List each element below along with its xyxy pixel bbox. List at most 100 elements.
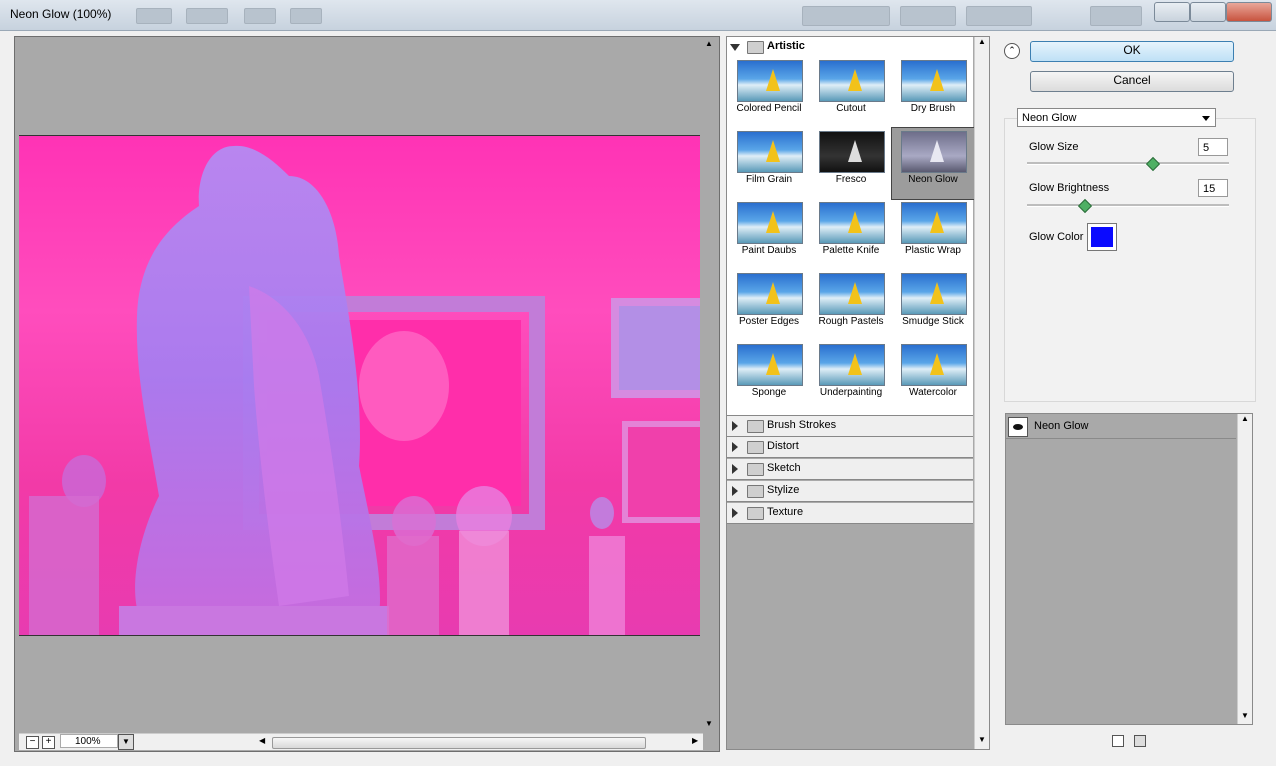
window-controls (1154, 2, 1272, 22)
category-label: Texture (767, 506, 804, 518)
scroll-left-icon[interactable]: ◀ (259, 736, 265, 745)
folder-icon (747, 420, 764, 433)
glow-size-slider-track[interactable] (1027, 162, 1229, 165)
category-brush-strokes[interactable]: Brush Strokes (727, 415, 973, 437)
category-distort[interactable]: Distort (727, 437, 973, 458)
title-bar: Neon Glow (100%) (0, 0, 1276, 31)
filter-preview-image (737, 131, 803, 173)
scroll-down-icon[interactable]: ▼ (1241, 711, 1249, 720)
maximize-button[interactable] (1190, 2, 1226, 22)
folder-icon (747, 507, 764, 520)
effect-layers-panel: Neon Glow ▲ ▼ (1005, 413, 1253, 725)
filter-thumb-film-grain[interactable]: Film Grain (728, 128, 810, 199)
category-label: Sketch (767, 462, 801, 474)
zoom-out-button[interactable]: − (26, 736, 39, 749)
filter-thumb-watercolor[interactable]: Watercolor (892, 341, 974, 412)
scroll-down-icon[interactable]: ▼ (705, 719, 713, 728)
effect-layer-label: Neon Glow (1034, 420, 1089, 432)
filter-label: Cutout (836, 103, 866, 114)
collapsed-triangle-icon (732, 486, 738, 496)
preview-panel: ▲ ▼ − + 100% ▼ ◀ ▶ (14, 36, 720, 752)
filter-label: Dry Brush (910, 103, 956, 114)
filter-thumb-dry-brush[interactable]: Dry Brush (892, 57, 974, 128)
effect-layer-neon-glow[interactable]: Neon Glow (1006, 414, 1236, 439)
new-effect-layer-icon[interactable] (1112, 735, 1124, 747)
filter-preview-image (819, 131, 885, 173)
filter-thumb-colored-pencil[interactable]: Colored Pencil (728, 57, 810, 128)
filter-preview-image (737, 273, 803, 315)
filter-preview-image (737, 344, 803, 386)
collapsed-triangle-icon (732, 442, 738, 452)
trash-icon[interactable] (1134, 735, 1146, 747)
background-search (1090, 6, 1142, 26)
minimize-button[interactable] (1154, 2, 1190, 22)
filter-thumb-neon-glow[interactable]: Neon Glow (891, 127, 975, 200)
filter-label: Rough Pastels (818, 316, 884, 327)
filter-thumb-smudge-stick[interactable]: Smudge Stick (892, 270, 974, 341)
filter-thumb-rough-pastels[interactable]: Rough Pastels (810, 270, 892, 341)
category-label: Distort (767, 440, 799, 452)
glow-brightness-field[interactable]: 15 (1198, 179, 1228, 197)
preview-bottom-bar: − + 100% ▼ ◀ ▶ (19, 733, 703, 750)
ok-button[interactable]: OK (1030, 41, 1234, 62)
glow-size-label: Glow Size (1029, 141, 1079, 153)
filter-thumb-cutout[interactable]: Cutout (810, 57, 892, 128)
filter-select-value: Neon Glow (1022, 112, 1077, 124)
glow-size-field[interactable]: 5 (1198, 138, 1228, 156)
preview-horizontal-scroll-thumb[interactable] (272, 737, 646, 749)
preview-image[interactable] (19, 135, 700, 636)
glow-brightness-slider-track[interactable] (1027, 204, 1229, 207)
background-workspace-tab (966, 6, 1032, 26)
eye-visibility-icon[interactable] (1008, 417, 1028, 437)
category-sketch[interactable]: Sketch (727, 459, 973, 480)
collapsed-triangle-icon (732, 421, 738, 431)
glow-brightness-label: Glow Brightness (1029, 182, 1110, 194)
glow-color-swatch[interactable] (1087, 223, 1117, 251)
expanded-triangle-icon (730, 44, 740, 51)
filter-thumb-fresco[interactable]: Fresco (810, 128, 892, 199)
filter-preview-image (737, 60, 803, 102)
filter-browser-scrollbar[interactable]: ▲ ▼ (974, 37, 989, 749)
filter-thumb-paint-daubs[interactable]: Paint Daubs (728, 199, 810, 270)
filter-label: Neon Glow (908, 174, 958, 185)
filter-thumb-plastic-wrap[interactable]: Plastic Wrap (892, 199, 974, 270)
category-artistic-header[interactable]: Artistic (727, 37, 973, 57)
scroll-right-icon[interactable]: ▶ (692, 736, 698, 745)
scroll-down-icon[interactable]: ▼ (978, 735, 986, 744)
cancel-button[interactable]: Cancel (1030, 71, 1234, 92)
layers-scrollbar[interactable]: ▲ ▼ (1237, 414, 1252, 724)
category-texture[interactable]: Texture (727, 503, 973, 524)
background-toolbar-icon (244, 8, 276, 24)
zoom-dropdown-button[interactable]: ▼ (118, 734, 134, 750)
glow-color-fill (1091, 227, 1113, 247)
category-label: Stylize (767, 484, 800, 496)
scroll-up-icon[interactable]: ▲ (705, 39, 713, 48)
filter-thumb-poster-edges[interactable]: Poster Edges (728, 270, 810, 341)
filter-thumb-sponge[interactable]: Sponge (728, 341, 810, 412)
filter-label: Underpainting (819, 387, 883, 398)
filter-thumb-underpainting[interactable]: Underpainting (810, 341, 892, 412)
collapse-browser-icon[interactable]: ⌃ (1004, 43, 1020, 59)
filter-select-dropdown[interactable]: Neon Glow (1017, 108, 1216, 127)
category-stylize[interactable]: Stylize (727, 481, 973, 502)
preview-vertical-scrollbar[interactable]: ▲ ▼ (702, 39, 717, 731)
category-label: Brush Strokes (767, 419, 837, 431)
filter-label: Palette Knife (822, 245, 880, 256)
background-toolbar-icon (290, 8, 322, 24)
close-button[interactable] (1226, 2, 1272, 22)
filter-label: Sponge (751, 387, 787, 398)
neon-glow-photo (29, 145, 700, 635)
filter-thumb-palette-knife[interactable]: Palette Knife (810, 199, 892, 270)
background-toolbar-icon (136, 8, 172, 24)
scroll-up-icon[interactable]: ▲ (978, 37, 986, 46)
filter-settings-panel (1004, 118, 1256, 402)
filter-preview-image (901, 344, 967, 386)
scroll-up-icon[interactable]: ▲ (1241, 414, 1249, 423)
zoom-in-button[interactable]: + (42, 736, 55, 749)
artistic-category: Artistic Colored Pencil Cutout Dry Brush… (727, 37, 975, 415)
chevron-down-icon (1202, 116, 1210, 121)
zoom-level-field[interactable]: 100% (60, 734, 118, 748)
window-title: Neon Glow (100%) (10, 7, 112, 21)
folder-icon (747, 485, 764, 498)
filter-preview-image (819, 273, 885, 315)
